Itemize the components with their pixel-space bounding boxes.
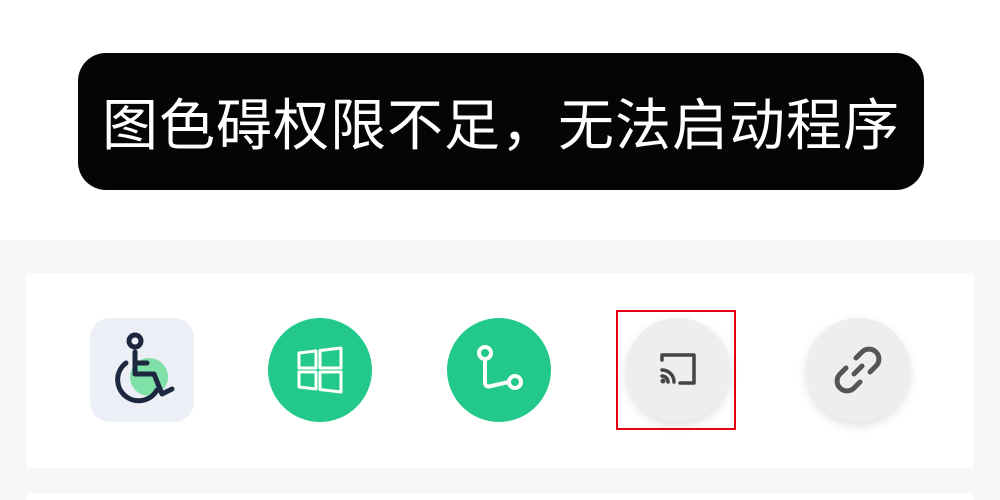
link-button[interactable] [806, 318, 910, 422]
quick-actions-card [26, 273, 974, 468]
windows-button[interactable] [268, 318, 372, 422]
windows-icon [297, 346, 343, 394]
link-icon [834, 346, 882, 394]
next-card-edge [26, 493, 974, 500]
branch-connection-icon [477, 345, 523, 390]
toast-message: 图色碍权限不足，无法启动程序 [102, 94, 900, 159]
branch-button[interactable] [447, 318, 551, 422]
quick-actions-panel [0, 240, 1000, 500]
accessibility-icon [115, 332, 175, 404]
cast-screen-button[interactable] [626, 318, 730, 422]
cast-screen-icon [660, 353, 696, 385]
permission-toast: 图色碍权限不足，无法启动程序 [78, 53, 924, 190]
accessibility-button[interactable] [90, 318, 194, 422]
